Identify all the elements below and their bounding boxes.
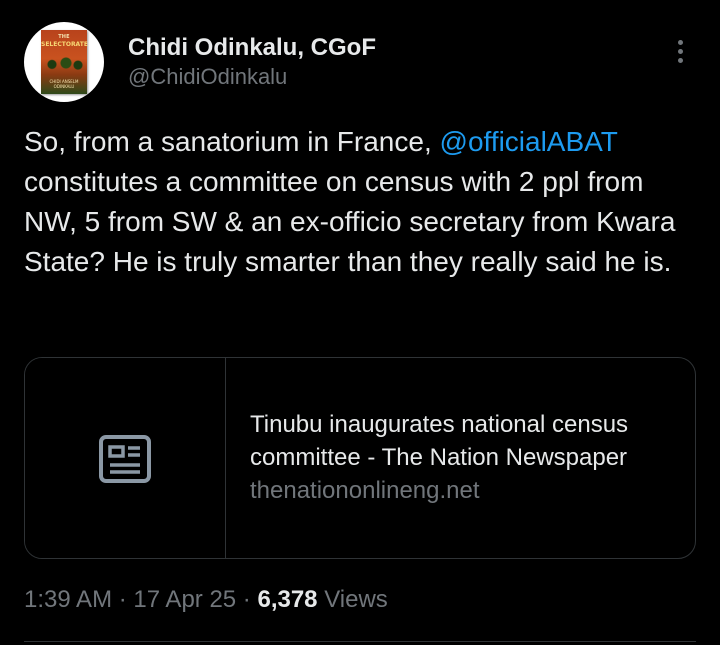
book-title-line2: SELECTORATE: [41, 41, 88, 48]
tweet: THE SELECTORATE CHIDI ANSELM ODINKALU Ch…: [0, 0, 720, 645]
book-author-line: CHIDI ANSELM ODINKALU: [49, 79, 79, 89]
article-icon: [99, 435, 151, 483]
link-card[interactable]: Tinubu inaugurates national census commi…: [24, 357, 696, 559]
author-name[interactable]: Chidi Odinkalu, CGoF: [128, 34, 376, 62]
author-handle[interactable]: @ChidiOdinkalu: [128, 64, 287, 90]
book-title-line1: THE: [58, 34, 70, 40]
meta-separator: ·: [112, 586, 134, 613]
link-card-title: Tinubu inaugurates national census commi…: [250, 411, 629, 471]
more-vertical-icon[interactable]: [668, 40, 692, 70]
mention-link[interactable]: @officialABAT: [440, 126, 618, 157]
tweet-text: So, from a sanatorium in France, @offici…: [24, 122, 696, 282]
views-count[interactable]: 6,378: [257, 586, 317, 613]
meta-separator-2: ·: [236, 586, 258, 613]
avatar-book-cover: THE SELECTORATE CHIDI ANSELM ODINKALU: [41, 30, 88, 94]
link-card-text: Tinubu inaugurates national census commi…: [250, 408, 680, 507]
tweet-text-part2: constitutes a committee on census with 2…: [24, 166, 676, 277]
views-label: Views: [317, 586, 388, 613]
link-card-domain: thenationonlineng.net: [250, 477, 480, 504]
tweet-text-part1: So, from a sanatorium in France,: [24, 126, 440, 157]
tweet-meta: 1:39 AM · 17 Apr 25 · 6,378 Views: [24, 586, 388, 614]
tweet-date[interactable]: 17 Apr 25: [133, 586, 236, 613]
tweet-time[interactable]: 1:39 AM: [24, 586, 112, 613]
book-illustration: [44, 56, 84, 70]
link-card-thumbnail: [25, 358, 226, 558]
divider: [24, 641, 696, 642]
avatar[interactable]: THE SELECTORATE CHIDI ANSELM ODINKALU: [24, 22, 104, 102]
